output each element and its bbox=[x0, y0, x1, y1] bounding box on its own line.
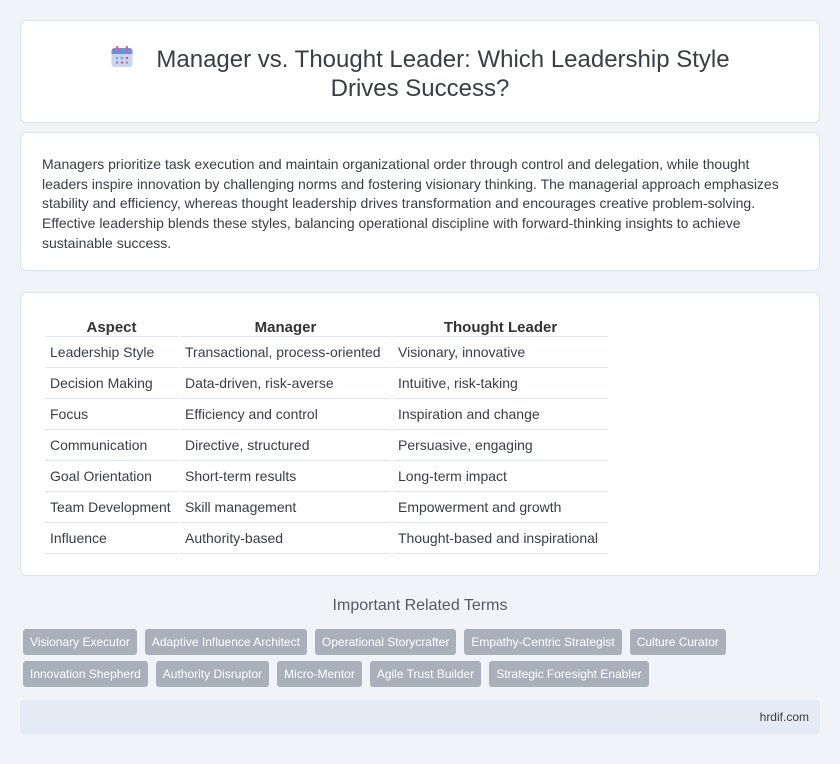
related-term-tag[interactable]: Operational Storycrafter bbox=[314, 629, 457, 655]
header-aspect: Aspect bbox=[45, 315, 178, 337]
tag-row: Innovation Shepherd Authority Disruptor … bbox=[23, 661, 823, 687]
comparison-card: Aspect Manager Thought Leader Leadership… bbox=[20, 292, 820, 576]
aspect-cell: Leadership Style bbox=[45, 337, 178, 368]
thought-leader-cell: Visionary, innovative bbox=[393, 337, 608, 368]
manager-cell: Transactional, process-oriented bbox=[180, 337, 391, 368]
intro-paragraph: Managers prioritize task execution and m… bbox=[42, 156, 779, 251]
manager-cell: Directive, structured bbox=[180, 430, 391, 461]
manager-cell: Skill management bbox=[180, 492, 391, 523]
thought-leader-cell: Empowerment and growth bbox=[393, 492, 608, 523]
related-term-tag[interactable]: Adaptive Influence Architect bbox=[144, 629, 307, 655]
aspect-cell: Team Development bbox=[45, 492, 178, 523]
aspect-cell: Goal Orientation bbox=[45, 461, 178, 492]
table-row: Leadership Style Transactional, process-… bbox=[45, 337, 608, 368]
related-term-tag[interactable]: Strategic Foresight Enabler bbox=[489, 661, 649, 687]
thought-leader-cell: Inspiration and change bbox=[393, 399, 608, 430]
related-terms-title: Important Related Terms bbox=[332, 597, 508, 614]
manager-cell: Efficiency and control bbox=[180, 399, 391, 430]
related-term-tag[interactable]: Visionary Executor bbox=[23, 629, 137, 655]
thought-leader-cell: Intuitive, risk-taking bbox=[393, 368, 608, 399]
related-term-tag[interactable]: Culture Curator bbox=[629, 629, 726, 655]
comparison-table: Aspect Manager Thought Leader Leadership… bbox=[43, 315, 610, 554]
related-term-tag[interactable]: Agile Trust Builder bbox=[369, 661, 482, 687]
page-title: Manager vs. Thought Leader: Which Leader… bbox=[156, 46, 730, 102]
manager-cell: Data-driven, risk-averse bbox=[180, 368, 391, 399]
header-manager: Manager bbox=[180, 315, 391, 337]
tag-row: Visionary Executor Adaptive Influence Ar… bbox=[23, 629, 823, 655]
aspect-cell: Focus bbox=[45, 399, 178, 430]
table-row: Focus Efficiency and control Inspiration… bbox=[45, 399, 608, 430]
thought-leader-cell: Long-term impact bbox=[393, 461, 608, 492]
manager-cell: Authority-based bbox=[180, 523, 391, 554]
related-term-tag[interactable]: Innovation Shepherd bbox=[23, 661, 148, 687]
aspect-cell: Decision Making bbox=[45, 368, 178, 399]
thought-leader-cell: Thought-based and inspirational bbox=[393, 523, 608, 554]
table-header-row: Aspect Manager Thought Leader bbox=[45, 315, 608, 337]
related-term-tag[interactable]: Micro-Mentor bbox=[277, 661, 362, 687]
footer-bar: hrdif.com bbox=[20, 700, 820, 734]
aspect-cell: Influence bbox=[45, 523, 178, 554]
header-thought-leader: Thought Leader bbox=[393, 315, 608, 337]
intro-card: Managers prioritize task execution and m… bbox=[20, 132, 820, 271]
calendar-icon bbox=[110, 45, 134, 69]
footer-site-link[interactable]: hrdif.com bbox=[760, 710, 809, 724]
related-terms-list: Visionary Executor Adaptive Influence Ar… bbox=[23, 629, 823, 693]
table-row: Goal Orientation Short-term results Long… bbox=[45, 461, 608, 492]
related-term-tag[interactable]: Empathy-Centric Strategist bbox=[464, 629, 622, 655]
thought-leader-cell: Persuasive, engaging bbox=[393, 430, 608, 461]
table-row: Influence Authority-based Thought-based … bbox=[45, 523, 608, 554]
table-row: Decision Making Data-driven, risk-averse… bbox=[45, 368, 608, 399]
page-title-block: Manager vs. Thought Leader: Which Leader… bbox=[21, 45, 819, 103]
related-term-tag[interactable]: Authority Disruptor bbox=[155, 661, 270, 687]
table-row: Communication Directive, structured Pers… bbox=[45, 430, 608, 461]
table-row: Team Development Skill management Empowe… bbox=[45, 492, 608, 523]
title-card: Manager vs. Thought Leader: Which Leader… bbox=[20, 20, 820, 123]
aspect-cell: Communication bbox=[45, 430, 178, 461]
manager-cell: Short-term results bbox=[180, 461, 391, 492]
